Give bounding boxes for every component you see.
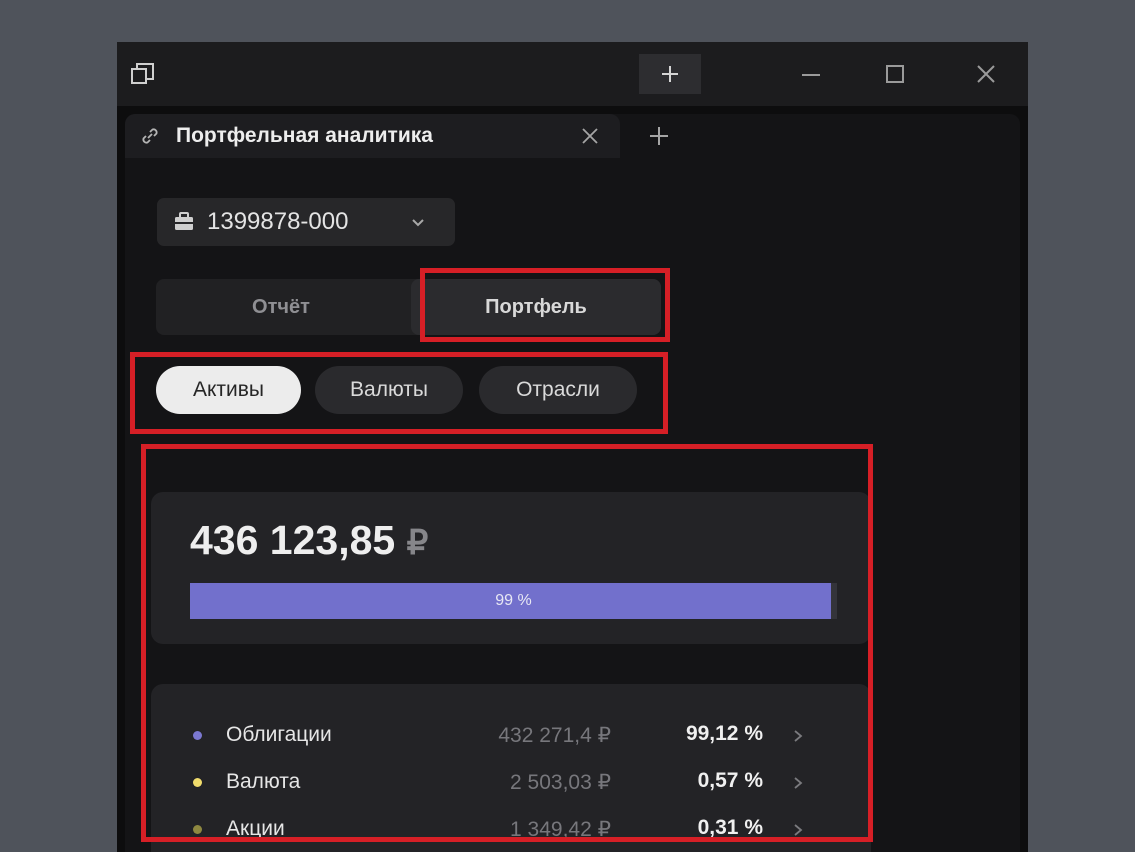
account-selector[interactable]: 1399878-000	[157, 198, 455, 246]
view-toggle: Отчёт Портфель	[156, 279, 661, 335]
restore-layout-icon[interactable]	[129, 60, 157, 88]
total-currency: ₽	[406, 524, 429, 562]
tab-report[interactable]: Отчёт	[156, 279, 406, 335]
filter-assets[interactable]: Активы	[156, 366, 301, 414]
filter-currencies[interactable]: Валюты	[315, 366, 463, 414]
tab-portfolio-analytics[interactable]: Портфельная аналитика	[125, 114, 620, 158]
asset-percent: 99,12 %	[685, 722, 763, 745]
tab-portfolio[interactable]: Портфель	[411, 279, 661, 335]
series-dot	[193, 731, 202, 740]
asset-name: Акции	[226, 817, 285, 840]
link-icon	[142, 128, 158, 144]
total-card: 436 123,85 ₽ 99 %	[151, 492, 871, 644]
asset-name: Облигации	[226, 723, 332, 746]
asset-value: 1 349,42 ₽	[510, 818, 611, 841]
series-dot	[193, 778, 202, 787]
chevron-right-icon	[794, 730, 803, 742]
app-window: Портфельная аналитика 1399878-000 Отчёт …	[117, 42, 1028, 852]
portfolio-panel: 1399878-000 Отчёт Портфель Активы Валюты…	[125, 158, 1020, 852]
asset-value: 2 503,03 ₽	[510, 771, 611, 794]
account-number: 1399878-000	[207, 208, 349, 235]
asset-percent: 0,31 %	[697, 816, 763, 839]
asset-list-card: Облигации 432 271,4 ₽ 99,12 % Валюта 2 5…	[151, 684, 871, 852]
add-tab-icon[interactable]	[647, 124, 671, 148]
asset-percent: 0,57 %	[697, 769, 763, 792]
series-dot	[193, 825, 202, 834]
maximize-icon[interactable]	[881, 60, 909, 88]
chevron-down-icon	[412, 219, 424, 227]
asset-row-bonds[interactable]: Облигации 432 271,4 ₽ 99,12 %	[151, 714, 851, 758]
close-window-icon[interactable]	[972, 60, 1000, 88]
asset-value: 432 271,4 ₽	[498, 724, 611, 747]
close-tab-icon[interactable]	[579, 125, 601, 147]
allocation-bar-label: 99 %	[495, 592, 532, 609]
briefcase-icon	[175, 212, 193, 230]
chevron-right-icon	[794, 824, 803, 836]
new-window-button[interactable]	[639, 54, 701, 94]
filter-sectors[interactable]: Отрасли	[479, 366, 637, 414]
asset-row-stocks[interactable]: Акции 1 349,42 ₽ 0,31 %	[151, 808, 851, 852]
title-bar	[117, 42, 1028, 106]
tab-strip: Портфельная аналитика	[125, 114, 1020, 158]
chevron-right-icon	[794, 777, 803, 789]
minimize-icon[interactable]	[797, 60, 825, 88]
asset-name: Валюта	[226, 770, 301, 793]
portfolio-total: 436 123,85 ₽	[190, 517, 428, 564]
plus-icon	[662, 66, 678, 82]
tab-title: Портфельная аналитика	[176, 124, 433, 147]
total-amount: 436 123,85	[190, 517, 396, 563]
asset-row-currency[interactable]: Валюта 2 503,03 ₽ 0,57 %	[151, 761, 851, 805]
allocation-bar: 99 %	[190, 583, 837, 619]
